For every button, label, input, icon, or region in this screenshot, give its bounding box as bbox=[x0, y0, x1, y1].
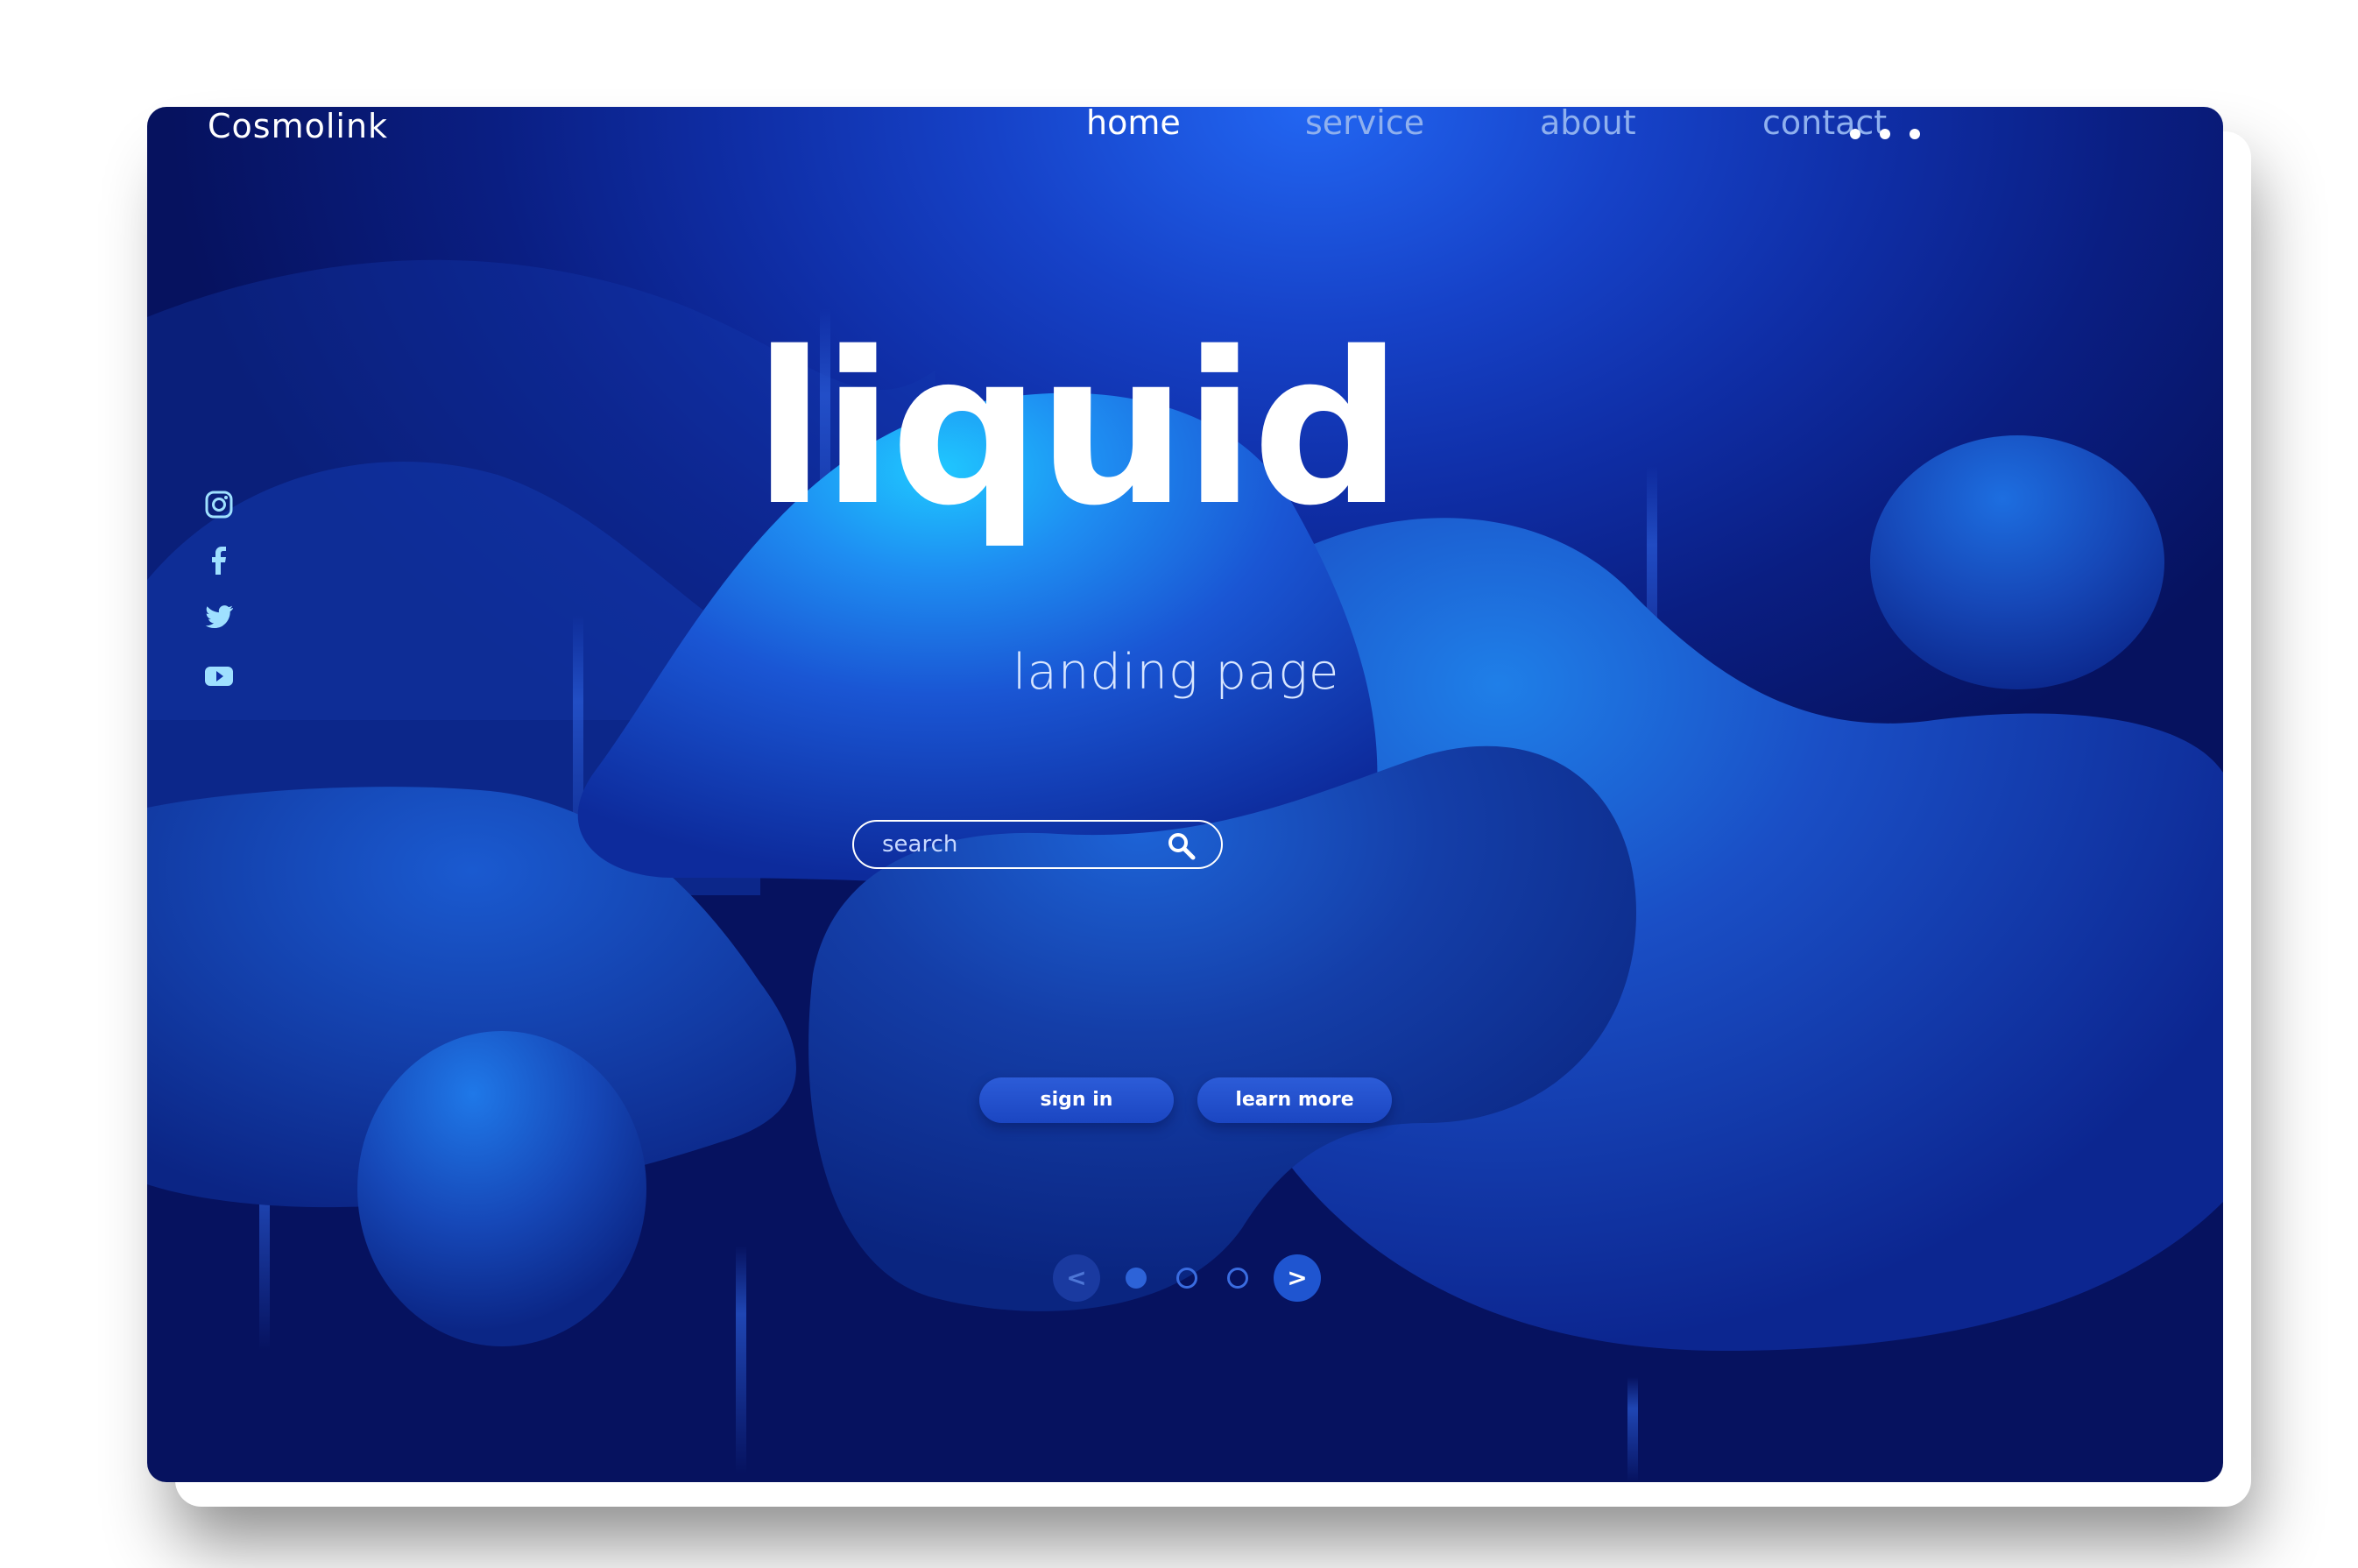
nav-item-service[interactable]: service bbox=[1305, 103, 1424, 142]
search-icon[interactable] bbox=[1167, 831, 1197, 861]
pager-dot-2[interactable] bbox=[1176, 1268, 1197, 1289]
learn-more-button[interactable]: learn more bbox=[1197, 1077, 1392, 1123]
brand-logo[interactable]: Cosmolink bbox=[208, 107, 388, 145]
prev-slide-button[interactable]: < bbox=[1053, 1254, 1100, 1302]
sign-in-button[interactable]: sign in bbox=[979, 1077, 1174, 1123]
instagram-icon[interactable] bbox=[201, 487, 237, 522]
pager-dot-1[interactable] bbox=[1126, 1268, 1147, 1289]
facebook-icon[interactable] bbox=[201, 543, 237, 578]
pager-dot-3[interactable] bbox=[1227, 1268, 1248, 1289]
hero-subtitle: landing page bbox=[1013, 644, 1340, 701]
youtube-icon[interactable] bbox=[201, 659, 237, 694]
search-box[interactable] bbox=[852, 820, 1223, 869]
hero-title: liquid bbox=[753, 307, 1402, 552]
twitter-icon[interactable] bbox=[201, 599, 237, 634]
nav-item-about[interactable]: about bbox=[1540, 103, 1636, 142]
more-horizontal-icon[interactable] bbox=[1850, 121, 1920, 147]
next-slide-button[interactable]: > bbox=[1274, 1254, 1321, 1302]
search-input[interactable] bbox=[882, 831, 1145, 858]
nav-item-home[interactable]: home bbox=[1086, 103, 1181, 142]
